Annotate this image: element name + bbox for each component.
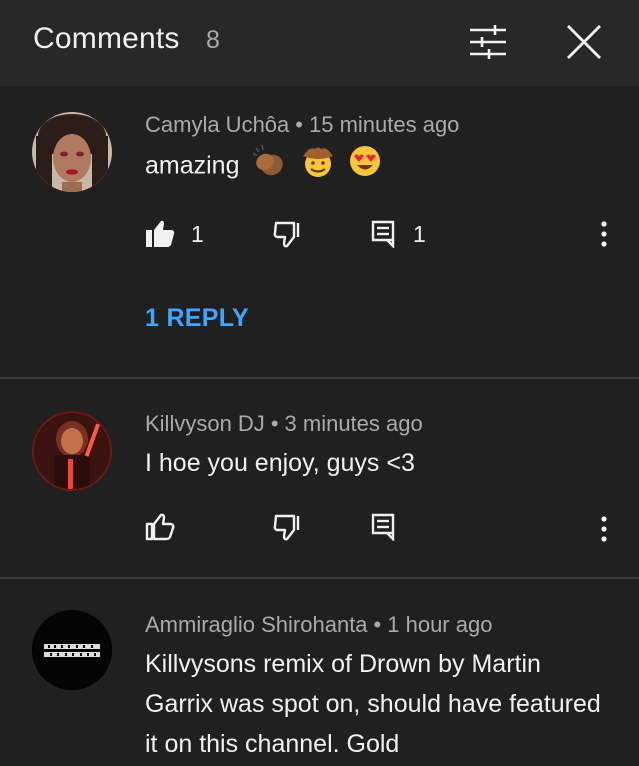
- comment-meta: Killvyson DJ • 3 minutes ago: [145, 411, 423, 437]
- more-vert-icon: [601, 221, 607, 247]
- reply-icon: [371, 220, 395, 248]
- dislike-button[interactable]: [273, 507, 303, 547]
- comment-text: Killvysons remix of Drown by Martin Garr…: [145, 650, 601, 758]
- clapping-hands-emoji: [252, 144, 288, 190]
- comment-meta: Ammiraglio Shirohanta • 1 hour ago: [145, 612, 492, 638]
- comment-time: 1 hour ago: [387, 612, 493, 637]
- thumbs-up-icon: [146, 220, 175, 247]
- close-icon: [567, 25, 601, 59]
- comments-title: Comments: [33, 22, 180, 55]
- like-button[interactable]: 1: [145, 214, 204, 254]
- sort-button[interactable]: [460, 14, 516, 70]
- separator-dot: •: [295, 112, 303, 137]
- comment-text: I hoe you enjoy, guys <3: [145, 449, 415, 477]
- more-options-button[interactable]: [590, 509, 618, 549]
- cowboy-hat-face-emoji: [301, 144, 335, 190]
- thumbs-down-icon: [273, 514, 300, 541]
- reply-count: 1: [413, 220, 426, 247]
- comments-header: Comments 8: [0, 0, 639, 86]
- thumbs-down-icon: [273, 221, 300, 248]
- view-replies-link[interactable]: 1 REPLY: [145, 304, 249, 333]
- like-button[interactable]: [145, 507, 175, 547]
- comment-item: Killvyson DJ • 3 minutes ago I hoe you enj…: [0, 379, 639, 577]
- separator-dot: •: [373, 612, 382, 637]
- close-button[interactable]: [556, 14, 612, 70]
- comment-time: 15 minutes ago: [308, 112, 460, 137]
- comments-count: 8: [206, 26, 220, 54]
- heart-eyes-emoji: [348, 144, 382, 190]
- comment-time: 3 minutes ago: [284, 411, 423, 436]
- more-options-button[interactable]: [590, 214, 618, 254]
- dislike-button[interactable]: [273, 214, 303, 254]
- comment-author[interactable]: Ammiraglio Shirohanta: [145, 612, 368, 637]
- thumbs-up-icon: [145, 513, 175, 541]
- reply-button[interactable]: 1: [371, 214, 426, 254]
- like-count: 1: [191, 220, 204, 247]
- reply-icon: [371, 513, 395, 541]
- avatar[interactable]: [32, 112, 112, 192]
- comment-item: Ammiraglio Shirohanta • 1 hour ago Killvys…: [0, 578, 639, 766]
- sliders-icon: [470, 25, 506, 59]
- comment-item: Camyla Uchôa • 15 minutes ago amazing 1 …: [0, 86, 639, 378]
- reply-button[interactable]: [371, 507, 397, 547]
- comment-body: amazing: [145, 151, 240, 180]
- comment-author[interactable]: Camyla Uchôa: [145, 112, 289, 137]
- separator-dot: •: [270, 411, 279, 436]
- avatar[interactable]: [32, 411, 112, 491]
- comment-text: amazing: [145, 144, 615, 190]
- avatar[interactable]: [32, 610, 112, 690]
- comment-author[interactable]: Killvyson DJ: [145, 411, 265, 436]
- comment-meta: Camyla Uchôa • 15 minutes ago: [145, 112, 459, 138]
- more-vert-icon: [601, 516, 607, 542]
